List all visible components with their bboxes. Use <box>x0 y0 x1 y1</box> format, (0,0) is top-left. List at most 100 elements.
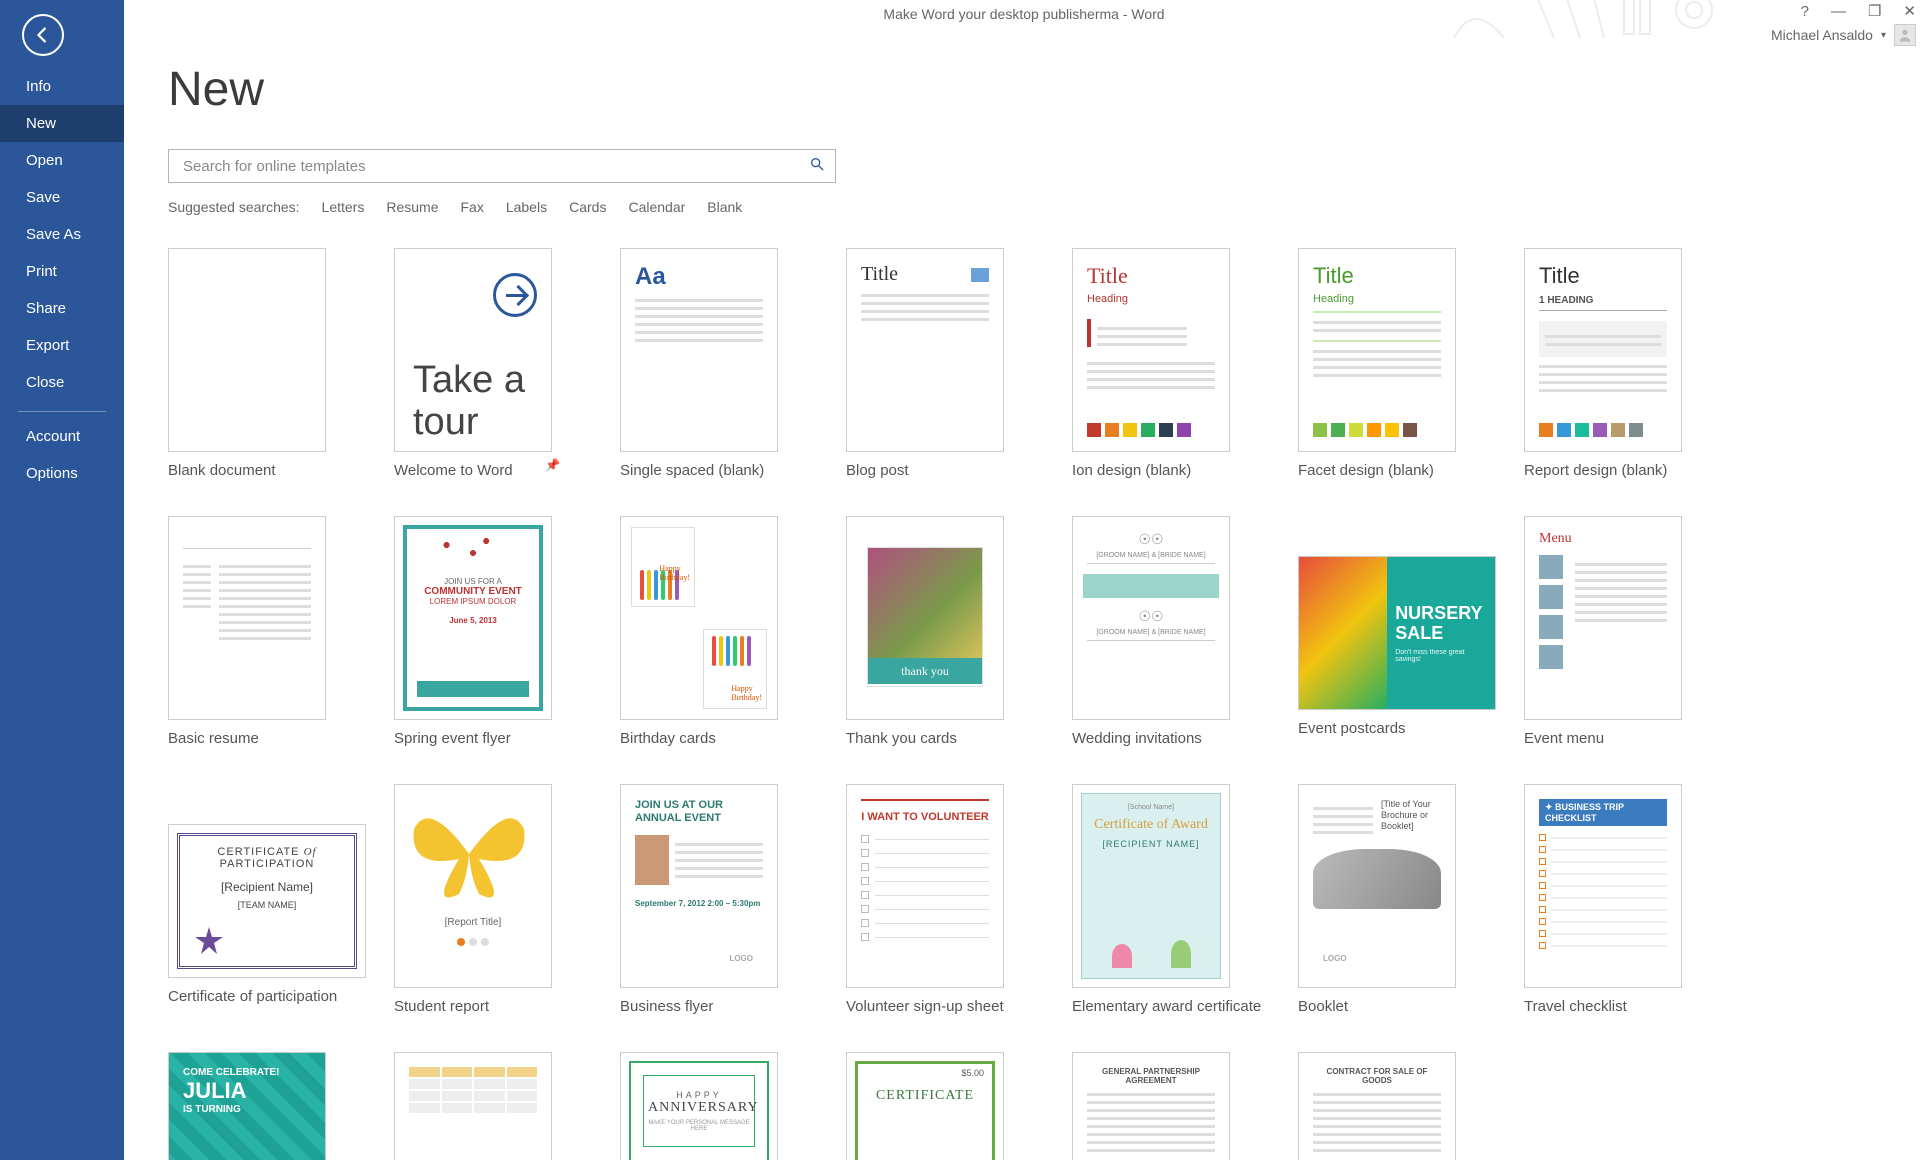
template-facet-design-blank-[interactable]: TitleHeadingFacet design (blank) <box>1298 230 1524 498</box>
template-thumbnail: Menu <box>1524 516 1682 720</box>
template-label: Booklet <box>1298 998 1488 1016</box>
sidebar-item-print[interactable]: Print <box>0 253 124 290</box>
template-label: Ion design (blank) <box>1072 462 1262 480</box>
template-business-flyer[interactable]: JOIN US AT OURANNUAL EVENTSeptember 7, 2… <box>620 766 846 1034</box>
title-bar: Make Word your desktop publisherma - Wor… <box>124 0 1924 26</box>
sidebar-item-options[interactable]: Options <box>0 455 124 492</box>
suggested-cards[interactable]: Cards <box>569 199 606 215</box>
template-thumbnail: Take atour <box>394 248 552 452</box>
template-event-menu[interactable]: Menu Event menu <box>1524 498 1750 766</box>
template-welcome-to-word[interactable]: Take atourWelcome to Word📌 <box>394 230 620 498</box>
sidebar-item-info[interactable]: Info <box>0 68 124 105</box>
search-input[interactable] <box>183 158 809 175</box>
template-thumbnail <box>168 516 326 720</box>
template-partner[interactable]: GENERAL PARTNERSHIP AGREEMENT <box>1072 1034 1298 1160</box>
template-student-report[interactable]: [Report Title] Student report <box>394 766 620 1034</box>
suggested-blank[interactable]: Blank <box>707 199 742 215</box>
template-event-postcards[interactable]: NURSERYSALEDon't miss these great saving… <box>1298 498 1524 766</box>
template-julia[interactable]: COME CELEBRATE!JULIAIS TURNING <box>168 1034 394 1160</box>
template-birthday-cards[interactable]: HappyBirthday!HappyBirthday!Birthday car… <box>620 498 846 766</box>
page-title: New <box>168 62 1924 117</box>
sidebar-item-save[interactable]: Save <box>0 179 124 216</box>
template-thumbnail: CONTRACT FOR SALE OF GOODS <box>1298 1052 1456 1160</box>
template-label: Volunteer sign-up sheet <box>846 998 1036 1016</box>
template-spring-event-flyer[interactable]: JOIN US FOR ACOMMUNITY EVENTLOREM IPSUM … <box>394 498 620 766</box>
template-blog-post[interactable]: Title Blog post <box>846 230 1072 498</box>
template-wedding-invitations[interactable]: ☉☉[GROOM NAME] & [BRIDE NAME]☉☉[GROOM NA… <box>1072 498 1298 766</box>
template-report-design-blank-[interactable]: Title1 HEADING Report design (blank) <box>1524 230 1750 498</box>
content: New Suggested searches: Letters Resume Fax… <box>124 26 1924 1160</box>
suggested-letters[interactable]: Letters <box>322 199 365 215</box>
suggested-resume[interactable]: Resume <box>386 199 438 215</box>
pin-icon[interactable]: 📌 <box>545 458 560 472</box>
template-thumbnail: JOIN US FOR ACOMMUNITY EVENTLOREM IPSUM … <box>394 516 552 720</box>
template-blank-document[interactable]: Blank document <box>168 230 394 498</box>
template-single-spaced-blank-[interactable]: Aa Single spaced (blank) <box>620 230 846 498</box>
restore-button[interactable]: ❐ <box>1868 4 1881 19</box>
template-thumbnail: NURSERYSALEDon't miss these great saving… <box>1298 556 1496 710</box>
template-cert2[interactable]: $5.00CERTIFICATE <box>846 1034 1072 1160</box>
template-thumbnail: CERTIFICATE Of PARTICIPATION[Recipient N… <box>168 824 366 978</box>
sidebar-item-new[interactable]: New <box>0 105 124 142</box>
template-thumbnail: JOIN US AT OURANNUAL EVENTSeptember 7, 2… <box>620 784 778 988</box>
template-label: Facet design (blank) <box>1298 462 1488 480</box>
template-label: Wedding invitations <box>1072 730 1262 748</box>
template-thumbnail: ✦ BUSINESS TRIP CHECKLIST <box>1524 784 1682 988</box>
template-thumbnail: COME CELEBRATE!JULIAIS TURNING <box>168 1052 326 1160</box>
search-icon[interactable] <box>809 156 825 176</box>
template-label: Report design (blank) <box>1524 462 1714 480</box>
template-thumbnail <box>168 248 326 452</box>
template-thumbnail: [Report Title] <box>394 784 552 988</box>
template-thumbnail: Title <box>846 248 1004 452</box>
template-table[interactable] <box>394 1034 620 1160</box>
template-thumbnail: [School Name]Certificate of Award[RECIPI… <box>1072 784 1230 988</box>
template-scroll[interactable]: Blank document Take atourWelcome to Word📌… <box>168 230 1906 1160</box>
template-thank-you-cards[interactable]: thank youThank you cards <box>846 498 1072 766</box>
sidebar-item-close[interactable]: Close <box>0 364 124 401</box>
sidebar-item-share[interactable]: Share <box>0 290 124 327</box>
template-label: Thank you cards <box>846 730 1036 748</box>
back-arrow-icon <box>32 24 54 46</box>
template-thumbnail: $5.00CERTIFICATE <box>846 1052 1004 1160</box>
back-button[interactable] <box>22 14 64 56</box>
template-label: Event menu <box>1524 730 1714 748</box>
template-certificate-of-participation[interactable]: CERTIFICATE Of PARTICIPATION[Recipient N… <box>168 766 394 1034</box>
sidebar-item-account[interactable]: Account <box>0 418 124 455</box>
template-booklet[interactable]: [Title of Your Brochure or Booklet]LOGO B… <box>1298 766 1524 1034</box>
suggested-labels[interactable]: Labels <box>506 199 547 215</box>
template-grid: Blank document Take atourWelcome to Word📌… <box>168 230 1906 1160</box>
template-thumbnail: ☉☉[GROOM NAME] & [BRIDE NAME]☉☉[GROOM NA… <box>1072 516 1230 720</box>
suggested-searches: Suggested searches: Letters Resume Fax Labe… <box>168 199 1924 215</box>
template-label: Travel checklist <box>1524 998 1714 1016</box>
template-basic-resume[interactable]: Basic resume <box>168 498 394 766</box>
template-anniv[interactable]: HAPPYANNIVERSARYMAKE YOUR PERSONAL MESSA… <box>620 1034 846 1160</box>
help-button[interactable]: ? <box>1801 4 1809 19</box>
template-label: Blank document <box>168 462 358 480</box>
template-contract[interactable]: CONTRACT FOR SALE OF GOODS <box>1298 1034 1524 1160</box>
template-label: Blog post <box>846 462 1036 480</box>
suggested-label: Suggested searches: <box>168 199 300 215</box>
template-ion-design-blank-[interactable]: TitleHeadingIon design (blank) <box>1072 230 1298 498</box>
template-thumbnail: Aa <box>620 248 778 452</box>
template-label: Student report <box>394 998 584 1016</box>
template-search[interactable] <box>168 149 836 183</box>
minimize-button[interactable]: — <box>1831 4 1846 19</box>
suggested-fax[interactable]: Fax <box>460 199 483 215</box>
template-label: Spring event flyer <box>394 730 584 748</box>
template-thumbnail <box>394 1052 552 1160</box>
template-thumbnail: Title1 HEADING <box>1524 248 1682 452</box>
template-elementary-award-certificate[interactable]: [School Name]Certificate of Award[RECIPI… <box>1072 766 1298 1034</box>
suggested-calendar[interactable]: Calendar <box>628 199 685 215</box>
template-thumbnail: GENERAL PARTNERSHIP AGREEMENT <box>1072 1052 1230 1160</box>
template-label: Birthday cards <box>620 730 810 748</box>
close-window-button[interactable]: ✕ <box>1903 4 1916 19</box>
template-label: Basic resume <box>168 730 358 748</box>
template-volunteer-sign-up-sheet[interactable]: I WANT TO VOLUNTEERVolunteer sign-up she… <box>846 766 1072 1034</box>
sidebar-item-save-as[interactable]: Save As <box>0 216 124 253</box>
template-label: Single spaced (blank) <box>620 462 810 480</box>
template-travel-checklist[interactable]: ✦ BUSINESS TRIP CHECKLIST Travel checklis… <box>1524 766 1750 1034</box>
template-label: Event postcards <box>1298 720 1488 738</box>
template-thumbnail: [Title of Your Brochure or Booklet]LOGO <box>1298 784 1456 988</box>
sidebar-item-export[interactable]: Export <box>0 327 124 364</box>
sidebar-item-open[interactable]: Open <box>0 142 124 179</box>
